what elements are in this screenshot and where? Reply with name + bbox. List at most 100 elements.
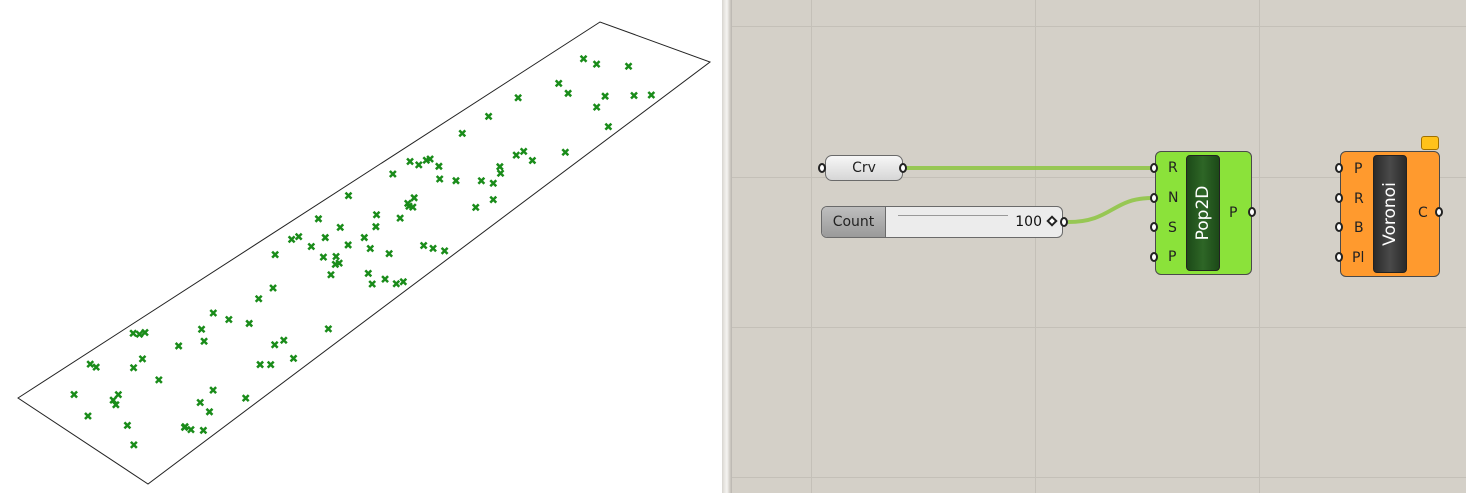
population-point <box>554 79 563 88</box>
population-point <box>561 148 570 157</box>
population-point <box>314 214 323 223</box>
wire-count-to-n <box>1067 196 1153 224</box>
slider-value: 100 <box>1015 214 1042 230</box>
population-point <box>321 233 330 242</box>
population-point <box>245 319 254 328</box>
voronoi-grip-b[interactable] <box>1335 222 1343 232</box>
population-point <box>496 169 505 178</box>
population-point <box>495 162 504 171</box>
voronoi-input-b[interactable]: B <box>1354 220 1364 236</box>
pop2d-grip-p[interactable] <box>1150 252 1158 262</box>
population-point <box>452 176 460 185</box>
population-point <box>368 280 377 288</box>
population-point <box>279 336 288 345</box>
slider-label: Count <box>822 207 886 237</box>
population-point <box>579 54 588 63</box>
population-point <box>477 176 486 185</box>
population-point <box>196 398 205 407</box>
population-point <box>406 157 414 166</box>
voronoi-input-r[interactable]: R <box>1354 191 1364 207</box>
pop2d-input-r[interactable]: R <box>1168 160 1178 176</box>
population-point <box>392 279 401 288</box>
population-point <box>199 426 208 435</box>
boundary-curve <box>17 21 712 485</box>
population-point <box>205 407 214 416</box>
voronoi-output-grip[interactable] <box>1435 207 1443 217</box>
population-point <box>332 252 340 261</box>
population-point <box>327 270 335 279</box>
population-point <box>372 210 381 219</box>
population-point <box>307 242 316 251</box>
voronoi-output-c[interactable]: C <box>1418 205 1428 221</box>
voronoi-input-pl[interactable]: Pl <box>1352 250 1364 266</box>
population-point <box>435 162 443 171</box>
population-point <box>601 92 609 101</box>
population-point <box>123 421 132 430</box>
population-point <box>224 315 233 324</box>
population-point <box>86 360 95 369</box>
pop2d-input-p[interactable]: P <box>1168 249 1176 265</box>
population-point <box>197 325 206 334</box>
population-point <box>70 390 78 399</box>
viewport-scene <box>17 21 712 485</box>
population-point <box>471 203 480 212</box>
population-point <box>254 294 263 303</box>
pop2d-grip-n[interactable] <box>1150 193 1158 203</box>
population-point <box>174 342 183 350</box>
population-point <box>528 156 537 165</box>
voronoi-grip-r[interactable] <box>1335 193 1343 203</box>
population-point <box>592 103 601 112</box>
crv-input-grip[interactable] <box>818 163 826 173</box>
voronoi-grip-pl[interactable] <box>1335 252 1343 262</box>
population-point <box>630 91 638 100</box>
population-point <box>564 89 573 98</box>
population-point <box>592 60 601 68</box>
population-point <box>484 112 493 121</box>
pop2d-grip-r[interactable] <box>1150 163 1158 173</box>
population-point <box>289 354 298 363</box>
panel-splitter[interactable] <box>722 0 732 493</box>
population-point <box>319 253 328 261</box>
crv-param-label: Crv <box>852 160 876 176</box>
population-point <box>241 394 250 403</box>
pop2d-input-n[interactable]: N <box>1168 190 1178 206</box>
voronoi-grip-p[interactable] <box>1335 163 1343 173</box>
rhino-viewport[interactable] <box>0 0 722 493</box>
population-point <box>512 151 521 160</box>
pop2d-component[interactable]: R N S P Pop2D P <box>1155 151 1252 275</box>
population-point <box>360 233 369 242</box>
population-point <box>344 191 353 200</box>
slider-track[interactable] <box>898 215 1008 216</box>
crv-output-grip[interactable] <box>899 163 907 173</box>
pop2d-output-grip[interactable] <box>1248 207 1256 217</box>
population-point <box>458 129 467 138</box>
voronoi-component[interactable]: P R B Pl Voronoi C <box>1340 151 1440 277</box>
population-point <box>381 275 389 284</box>
population-point <box>209 309 218 317</box>
population-point <box>647 91 656 99</box>
population-point <box>269 284 277 292</box>
population-point <box>429 244 437 253</box>
pop2d-output-p[interactable]: P <box>1229 205 1237 221</box>
population-point <box>129 363 138 372</box>
count-slider[interactable]: Count 100 <box>821 206 1063 238</box>
slider-output-grip[interactable] <box>1060 217 1068 227</box>
pop2d-name-plate: Pop2D <box>1186 155 1220 271</box>
population-point <box>92 363 101 372</box>
population-point <box>489 179 498 188</box>
grasshopper-canvas[interactable]: Crv Count 100 R N S P Pop2D P P R B Pl V… <box>732 0 1466 493</box>
pop2d-input-s[interactable]: S <box>1168 220 1177 236</box>
population-point <box>270 340 279 349</box>
population-point <box>414 160 423 169</box>
population-point <box>624 62 633 71</box>
population-point <box>364 269 373 278</box>
voronoi-input-p[interactable]: P <box>1354 161 1362 177</box>
slider-knob-icon[interactable] <box>1046 215 1058 227</box>
pop2d-grip-s[interactable] <box>1150 222 1158 232</box>
population-point <box>604 122 613 131</box>
crv-param[interactable]: Crv <box>825 155 903 181</box>
population-point <box>200 337 208 346</box>
warning-flag-icon[interactable] <box>1421 136 1439 150</box>
population-point <box>396 214 405 223</box>
population-point <box>371 222 380 231</box>
